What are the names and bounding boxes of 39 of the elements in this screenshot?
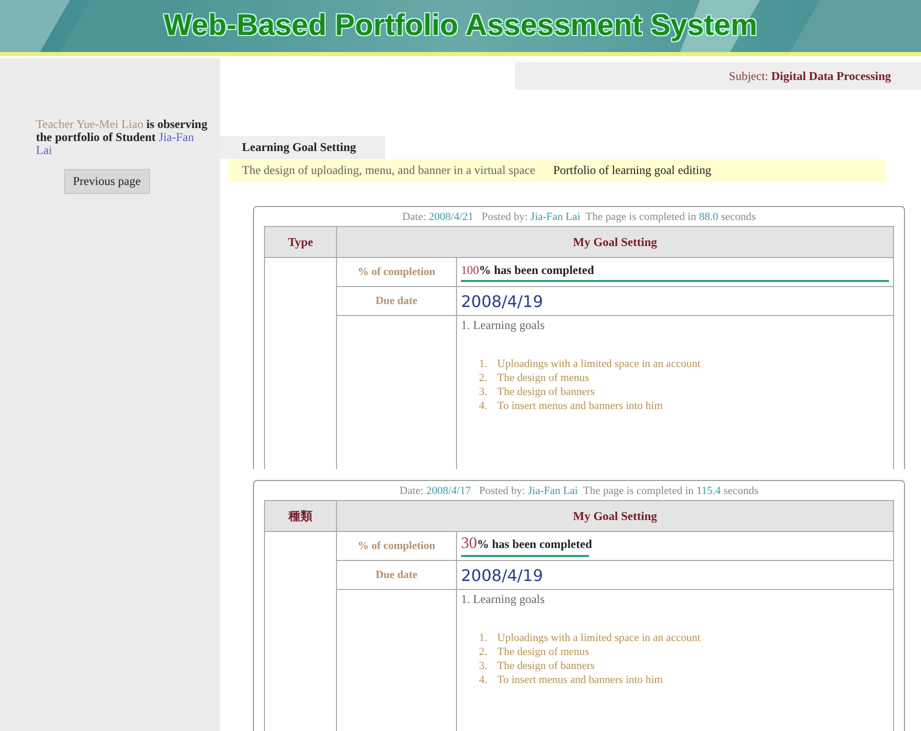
table-cell: % of completion xyxy=(336,258,456,286)
list-number: 4. xyxy=(479,399,488,413)
list-number: 3. xyxy=(479,385,488,399)
goal-item: To insert menus and banners into him xyxy=(497,399,663,413)
goals-heading: 1. Learning goals xyxy=(461,592,546,607)
goal-item: Uploadings with a limited space in an account xyxy=(497,631,700,645)
column-header: Type xyxy=(264,226,336,258)
subject-label: Subject: Digital Data Processing xyxy=(728,68,891,84)
goal-item: To insert menus and banners into him xyxy=(497,673,663,687)
goal-item: The design of banners xyxy=(497,659,595,673)
list-number: 4. xyxy=(479,673,488,687)
table-cell: Due date xyxy=(336,286,456,316)
entry-meta: Date: 2008/4/17 Posted by: Jia-Fan Lai The page is completed in 115.4 seconds xyxy=(398,485,760,497)
goal-item: The design of menus xyxy=(497,371,590,385)
list-number: 3. xyxy=(479,659,488,673)
completion-text: 30% has been completed xyxy=(461,537,592,551)
entry-meta: Date: 2008/4/21 Posted by: Jia-Fan Lai The page is completed in 88.0 seconds xyxy=(401,211,757,223)
goal-item: The design of banners xyxy=(497,385,595,399)
section-tab[interactable]: Learning Goal Setting xyxy=(220,136,385,159)
list-number: 2. xyxy=(479,371,488,385)
list-number: 1. xyxy=(479,357,488,371)
goal-item: Uploadings with a limited space in an account xyxy=(497,357,700,371)
column-header: My Goal Setting xyxy=(336,226,894,258)
table-cell: Due date xyxy=(336,560,456,590)
observer-note: Teacher Yue-Mei Liao is observing the portfolio of Student Jia-Fan Lai xyxy=(36,118,208,157)
banner-title: Web-Based Portfolio Assessment System xyxy=(164,9,758,43)
table-cell: % of completion xyxy=(336,532,456,560)
list-number: 1. xyxy=(479,631,488,645)
column-header: 種類 xyxy=(264,500,336,532)
page-title: Portfolio of learning goal editing xyxy=(553,163,712,178)
previous-page-button[interactable]: Previous page xyxy=(64,169,150,194)
column-header: My Goal Setting xyxy=(336,500,894,532)
list-number: 2. xyxy=(479,645,488,659)
goals-heading: 1. Learning goals xyxy=(461,318,546,333)
topic-text: The design of uploading, menu, and banner in a virtual space xyxy=(242,163,536,178)
due-date: 2008/4/19 xyxy=(461,292,544,310)
due-date: 2008/4/19 xyxy=(461,566,544,584)
completion-text: 100% has been completed xyxy=(461,262,594,276)
goal-item: The design of menus xyxy=(497,645,590,659)
